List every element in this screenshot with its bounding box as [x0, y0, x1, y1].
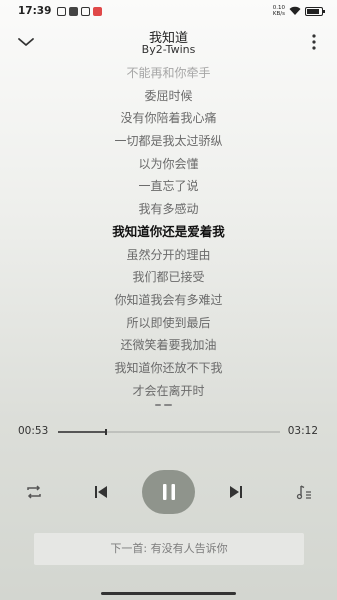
progress-bar[interactable]: 00:53 03:12 — [0, 422, 337, 442]
battery-icon — [305, 6, 325, 16]
repeat-icon — [27, 485, 41, 499]
home-indicator[interactable] — [101, 592, 236, 595]
play-pause-button[interactable] — [142, 470, 195, 514]
song-artist: By2-Twins — [141, 43, 196, 56]
pause-icon — [162, 484, 175, 500]
lyric-line[interactable]: 一切都是我太过骄纵 — [0, 130, 337, 153]
network-speed: 0.10 KB/s — [272, 5, 285, 17]
lyric-line[interactable]: 以为你会懂 — [0, 153, 337, 176]
status-time: 17:39 — [18, 5, 52, 17]
lyrics-panel[interactable]: 不能再和你牵手 委屈时候 没有你陪着我心痛 一切都是我太过骄纵 以为你会懂 一直忘了说 我有… — [0, 62, 337, 402]
lyric-line[interactable]: 没有你陪着我心痛 — [0, 107, 337, 130]
lyric-line[interactable]: 不能再和你牵手 — [0, 62, 337, 85]
lyric-line[interactable]: 委屈时候 — [0, 85, 337, 108]
previous-button[interactable] — [91, 482, 111, 502]
lyric-line[interactable]: 所以即使到最后 — [0, 312, 337, 335]
lyrics-page-indicator — [155, 404, 177, 408]
status-bar: 17:39 0.10 KB/s — [0, 0, 337, 22]
lyric-line[interactable]: 我有多感动 — [0, 198, 337, 221]
lyric-line[interactable]: 虽然分开的理由 — [0, 244, 337, 267]
skip-previous-icon — [95, 486, 107, 498]
next-button[interactable] — [226, 482, 246, 502]
app-notification-icon — [69, 6, 79, 16]
total-duration: 03:12 — [287, 425, 318, 437]
lyric-line[interactable]: 你知道我会有多难过 — [0, 289, 337, 312]
lyric-line[interactable]: 一直忘了说 — [0, 175, 337, 198]
progress-thumb[interactable] — [105, 429, 108, 435]
playback-controls — [0, 470, 337, 514]
mail-notification-icon — [81, 6, 91, 16]
lyric-line[interactable]: 我们都已接受 — [0, 266, 337, 289]
message-notification-icon — [57, 6, 67, 16]
lyric-line[interactable]: 才会在离开时 — [0, 380, 337, 403]
music-app-notification-icon — [93, 6, 103, 16]
progress-track[interactable] — [58, 429, 280, 435]
lyric-line-current[interactable]: 我知道你还是爱着我 — [0, 221, 337, 244]
next-song-bar[interactable]: 下一首: 有没有人告诉你 — [34, 533, 304, 565]
playlist-button[interactable] — [294, 482, 314, 502]
player-header: 我知道 By2-Twins — [0, 26, 337, 60]
progress-fill — [58, 431, 107, 433]
playlist-icon — [296, 485, 311, 500]
lyric-line[interactable]: 我知道你还放不下我 — [0, 357, 337, 380]
wifi-icon — [289, 6, 301, 15]
lyric-line[interactable]: 还微笑着要我加油 — [0, 334, 337, 357]
current-time: 00:53 — [18, 425, 49, 437]
more-options-icon[interactable] — [309, 32, 319, 52]
repeat-button[interactable] — [24, 482, 44, 502]
skip-next-icon — [230, 486, 242, 498]
